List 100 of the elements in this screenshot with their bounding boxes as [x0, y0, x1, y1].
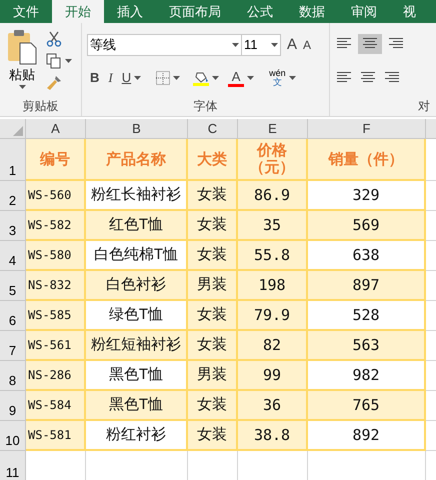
table-cell: 男装	[188, 361, 238, 391]
table-cell: 女装	[188, 241, 238, 271]
table-cell: NS-832	[26, 271, 86, 301]
column-header: C	[188, 119, 238, 138]
font-size-field[interactable]: 11	[241, 34, 281, 56]
caret-icon	[173, 76, 180, 80]
cut-icon[interactable]	[46, 31, 62, 47]
format-painter-icon[interactable]	[46, 75, 62, 91]
row-header: 7	[0, 331, 26, 361]
caret-icon	[271, 43, 278, 47]
ribbon-tab[interactable]: 视	[390, 0, 429, 23]
table-cell: WS-585	[26, 301, 86, 331]
table-cell: WS-581	[26, 421, 86, 451]
header-cell: 销量（件）	[308, 139, 426, 181]
italic-button[interactable]: I	[108, 68, 113, 88]
table-cell: 女装	[188, 421, 238, 451]
table-cell: WS-582	[26, 211, 86, 241]
table-cell: 528	[308, 301, 426, 331]
group-label: 字体	[194, 98, 218, 115]
row-header: 5	[0, 271, 26, 301]
table-cell: 55.8	[238, 241, 308, 271]
caret-icon	[247, 76, 254, 80]
table-cell: 粉红长袖衬衫	[86, 181, 188, 211]
row-header: 1	[0, 139, 26, 181]
font-color-button[interactable]: A	[228, 70, 244, 86]
clipboard-icon	[7, 29, 37, 65]
table-cell: WS-584	[26, 391, 86, 421]
ribbon-tab[interactable]: 插入	[104, 0, 156, 23]
table-cell: 892	[308, 421, 426, 451]
align-icon	[336, 38, 352, 50]
row-header: 8	[0, 361, 26, 391]
ribbon-tab[interactable]: 开始	[52, 0, 104, 23]
copy-icon	[46, 53, 62, 69]
table-cell: 女装	[188, 181, 238, 211]
fill-color-icon[interactable]	[193, 70, 210, 86]
row-header: 10	[0, 421, 26, 451]
group-label: 剪贴板	[22, 98, 58, 115]
table-cell: 女装	[188, 211, 238, 241]
font-name-field[interactable]: 等线	[87, 34, 242, 56]
caret-icon	[232, 43, 239, 47]
row-header: 4	[0, 241, 26, 271]
header-cell: 产品名称	[86, 139, 188, 181]
column-header: B	[86, 119, 188, 138]
column-header: F	[308, 119, 426, 138]
table-cell: 绿色T恤	[86, 301, 188, 331]
table-cell: 38.8	[238, 421, 308, 451]
row-header: 11	[0, 451, 26, 480]
table-cell: 86.9	[238, 181, 308, 211]
table-cell: 765	[308, 391, 426, 421]
borders-icon[interactable]	[156, 71, 170, 85]
table-cell: WS-561	[26, 331, 86, 361]
table-cell: 638	[308, 241, 426, 271]
table-cell: 男装	[188, 271, 238, 301]
table-cell: 白色衬衫	[86, 271, 188, 301]
table-cell: 563	[308, 331, 426, 361]
table-cell: 99	[238, 361, 308, 391]
header-cell: 价格（元）	[238, 139, 308, 181]
paste-button[interactable]: 粘贴	[4, 29, 40, 97]
table-cell: 569	[308, 211, 426, 241]
ribbon-tab[interactable]: 审阅	[338, 0, 390, 23]
ribbon-tab[interactable]: 页面布局	[156, 0, 234, 23]
table-cell: 329	[308, 181, 426, 211]
table-cell: WS-560	[26, 181, 86, 211]
phonetic-button[interactable]: wén 文	[269, 69, 286, 87]
table-cell: 35	[238, 211, 308, 241]
caret-icon	[65, 59, 72, 63]
table-cell: 女装	[188, 391, 238, 421]
row-header: 6	[0, 301, 26, 331]
caret-icon	[212, 76, 220, 80]
table-cell: 女装	[188, 331, 238, 361]
row-header: 2	[0, 181, 26, 211]
table-cell: 897	[308, 271, 426, 301]
header-cell: 编号	[26, 139, 86, 181]
caret-icon	[18, 84, 26, 88]
table-cell: 79.9	[238, 301, 308, 331]
table-cell: 36	[238, 391, 308, 421]
grow-font-button[interactable]: A	[287, 34, 298, 56]
ribbon-tab[interactable]: 数据	[286, 0, 338, 23]
caret-icon	[288, 76, 296, 80]
ribbon-tab[interactable]: 文件	[0, 0, 52, 23]
table-cell: 黑色T恤	[86, 391, 188, 421]
table-cell: 198	[238, 271, 308, 301]
table-cell: 红色T恤	[86, 211, 188, 241]
table-cell: 粉红短袖衬衫	[86, 331, 188, 361]
middle-align-button[interactable]	[358, 34, 382, 54]
align-icon	[384, 72, 400, 84]
row-header: 9	[0, 391, 26, 421]
table-cell: 982	[308, 361, 426, 391]
align-icon	[362, 38, 378, 50]
group-label: 对	[418, 98, 430, 115]
underline-button[interactable]: U	[122, 68, 132, 88]
copy-button[interactable]	[46, 53, 72, 69]
bold-button[interactable]: B	[90, 68, 100, 88]
ribbon-tab[interactable]: 公式	[234, 0, 286, 23]
header-cell: 大类	[188, 139, 238, 181]
table-cell: 黑色T恤	[86, 361, 188, 391]
column-header: A	[26, 119, 86, 138]
shrink-font-button[interactable]: A	[303, 36, 312, 54]
align-icon	[336, 72, 352, 84]
table-cell: 白色纯棉T恤	[86, 241, 188, 271]
